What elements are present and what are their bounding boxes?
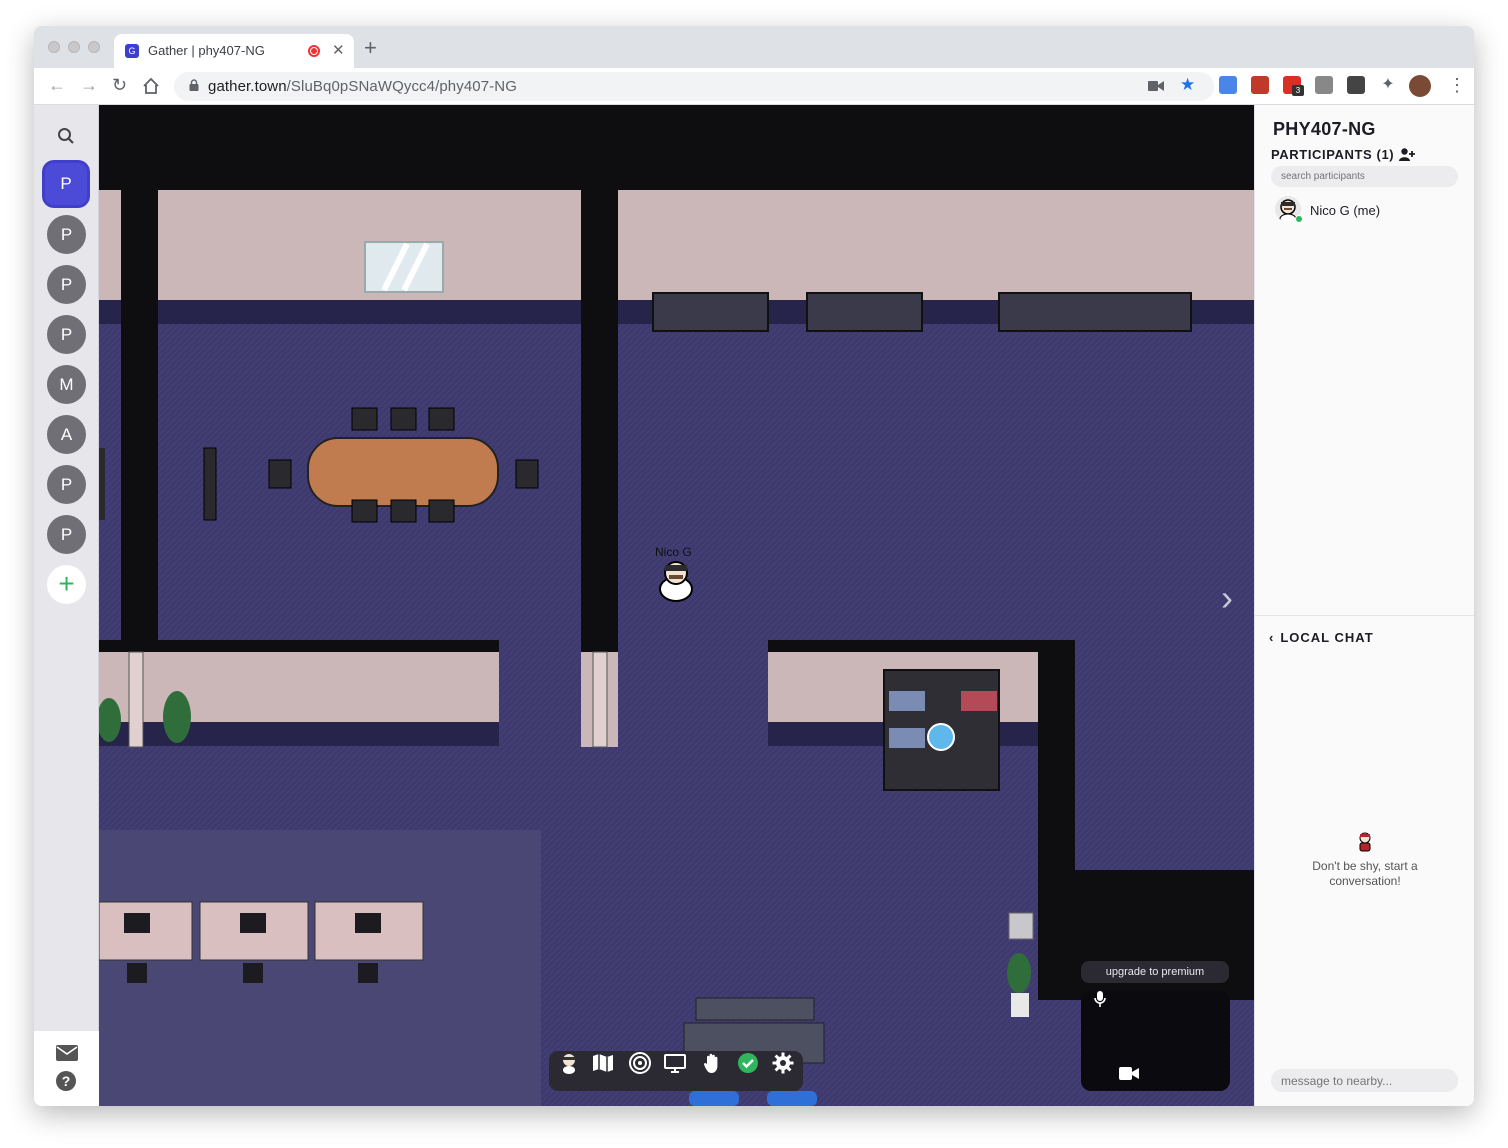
bookmark-extension-icon[interactable] [1251,76,1269,94]
reload-icon[interactable]: ↻ [112,75,127,95]
browser-menu-icon[interactable]: ⋮ [1448,75,1466,95]
local-chat-label: LOCAL CHAT [1280,630,1374,645]
open-panel-chevron-icon[interactable]: › [1221,577,1233,619]
chat-empty-message: Don't be shy, start a conversation! [1312,859,1418,888]
bookmark-star-icon[interactable]: ★ [1180,75,1195,95]
home-icon[interactable] [142,77,160,95]
browser-toolbar: ← → ↻ gather.town/SluBq0pSNaWQycc4/phy40… [34,68,1474,105]
participants-heading: PARTICIPANTS (1) [1271,147,1395,162]
space-button[interactable]: P [47,315,86,354]
extensions-puzzle-icon[interactable]: ✦ [1379,76,1397,94]
game-toolbar [549,1051,803,1091]
browser-window: G Gather | phy407-NG ✕ + ← → ↻ gather.to… [34,26,1474,1106]
microphone-icon[interactable] [1094,991,1106,1007]
close-tab-icon[interactable]: ✕ [332,41,345,59]
avatar-name-label: Nico G [655,545,692,559]
local-chat-heading[interactable]: ‹ LOCAL CHAT [1269,630,1374,645]
participant-name: Nico G (me) [1310,203,1381,218]
browser-tab[interactable]: G Gather | phy407-NG ✕ [114,34,354,68]
calendar-extension-icon[interactable]: 3 [1283,76,1304,96]
new-tab-button[interactable]: + [364,37,377,59]
panel-divider [1255,615,1474,616]
lock-icon [189,79,199,91]
online-status-dot [1295,215,1303,223]
space-button[interactable]: P [47,515,86,554]
spaces-sidebar: PPPPMAPP + ? [34,105,99,1106]
raise-hand-icon[interactable] [700,1051,724,1075]
participant-row[interactable]: Nico G (me) [1275,196,1455,226]
tab-manager-extension-icon[interactable] [1315,76,1333,94]
translate-extension-icon[interactable] [1219,76,1237,94]
chevron-left-icon: ‹ [1269,630,1275,645]
add-space-button[interactable]: + [47,565,86,604]
space-button[interactable]: P [47,265,86,304]
recording-indicator-icon [308,45,320,57]
close-window-button[interactable] [48,41,60,53]
extension-badge: 3 [1292,85,1304,96]
url-text: gather.town/SluBq0pSNaWQycc4/phy407-NG [208,78,517,95]
url-host: gather.town [208,78,287,95]
space-button[interactable]: P [45,163,87,205]
chat-message-input[interactable] [1271,1069,1458,1092]
mail-icon[interactable] [56,1045,78,1061]
back-icon[interactable]: ← [48,75,66,95]
upgrade-premium-button[interactable]: upgrade to premium [1081,961,1229,983]
gather-favicon-icon: G [125,44,139,58]
chat-mascot-icon [1359,832,1371,852]
map-icon[interactable] [591,1051,615,1075]
profile-avatar[interactable] [1409,75,1431,97]
password-extension-icon[interactable] [1347,76,1365,94]
tab-title: Gather | phy407-NG [148,43,265,58]
participants-panel: PHY407-NG PARTICIPANTS (1) Nico G (me) [1254,105,1474,1106]
camera-icon[interactable] [1119,1067,1139,1080]
status-check-icon[interactable] [736,1051,760,1075]
search-icon[interactable] [57,127,75,145]
search-participants-input[interactable] [1271,166,1458,187]
map-canvas[interactable] [99,105,1254,1106]
space-title: PHY407-NG [1273,119,1376,139]
gather-app: PPPPMAPP + ? Nico G › upgrade to premium… [34,105,1474,1106]
space-button[interactable]: P [47,215,86,254]
minimize-window-button[interactable] [68,41,80,53]
screen-share-icon[interactable] [663,1051,687,1075]
address-bar[interactable]: gather.town/SluBq0pSNaWQycc4/phy407-NG ★ [174,72,1214,101]
self-video-tile [1081,991,1230,1091]
url-path: /SluBq0pSNaWQycc4/phy407-NG [286,78,517,95]
target-icon[interactable] [628,1051,652,1075]
space-button[interactable]: A [47,415,86,454]
help-icon[interactable]: ? [56,1071,76,1091]
svg-text:?: ? [62,1073,71,1089]
settings-icon[interactable] [771,1051,795,1075]
game-map[interactable]: Nico G › upgrade to premium [99,105,1254,1106]
forward-icon[interactable]: → [80,75,98,95]
invite-person-icon[interactable] [1399,148,1415,161]
zoom-window-button[interactable] [88,41,100,53]
space-button[interactable]: M [47,365,86,404]
sidebar-footer: ? [34,1031,99,1106]
camera-in-use-icon[interactable] [1148,80,1164,92]
space-button[interactable]: P [47,465,86,504]
avatar-icon[interactable] [557,1051,581,1075]
tab-strip: G Gather | phy407-NG ✕ + [34,26,1474,68]
